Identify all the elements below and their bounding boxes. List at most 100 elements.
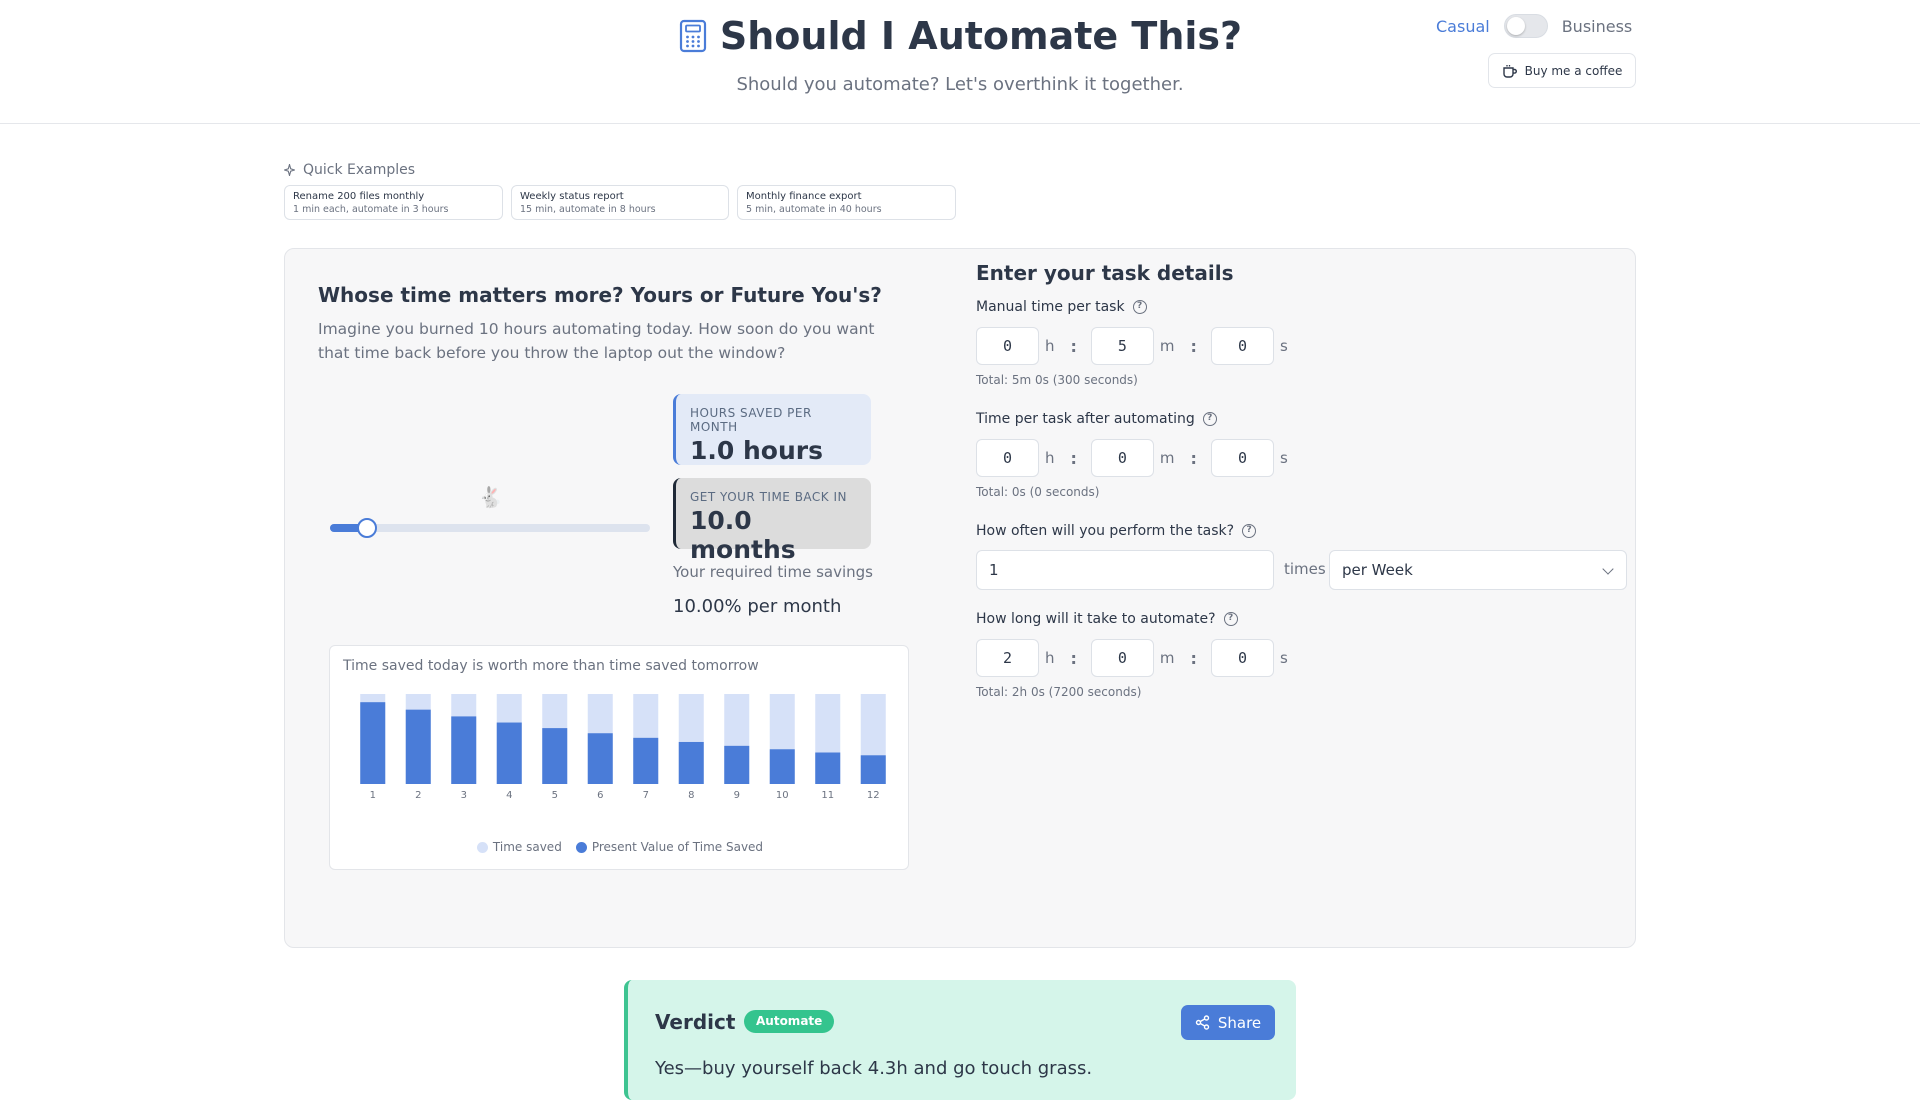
help-circle-icon[interactable]: ?: [1132, 300, 1147, 314]
quick-example-title: Weekly status report: [520, 191, 624, 202]
share-label: Share: [1217, 1013, 1262, 1032]
bar-present-value: [360, 702, 386, 784]
after-seconds-input[interactable]: 0: [1210, 439, 1274, 477]
share-button[interactable]: Share: [1181, 1005, 1275, 1040]
frequency-times-label: times: [1284, 560, 1326, 578]
manual-hours-input[interactable]: 0: [976, 327, 1039, 365]
verdict-title: Verdict: [655, 1010, 736, 1034]
legend-label: Present Value of Time Saved: [591, 840, 764, 854]
frequency-label-text: How often will you perform the task?: [976, 523, 1235, 539]
time-separator: :: [1070, 336, 1077, 356]
automate-time-inputs: 2 h : 0 m : 0 s: [976, 639, 1298, 677]
manual-minutes-input[interactable]: 5: [1090, 327, 1154, 365]
share-icon: [1195, 1015, 1210, 1030]
quick-example-card[interactable]: Monthly finance export 5 min, automate i…: [737, 185, 956, 220]
manual-time-label-text: Manual time per task: [976, 299, 1125, 315]
help-circle-icon[interactable]: ?: [1242, 524, 1257, 538]
chevron-down-icon: [1602, 563, 1614, 575]
sparkle-icon: [284, 164, 295, 176]
mode-switch[interactable]: [1503, 14, 1548, 38]
after-hours-input[interactable]: 0: [976, 439, 1039, 477]
time-separator: :: [1070, 448, 1077, 468]
automate-minutes-input[interactable]: 0: [1090, 639, 1154, 677]
help-circle-icon[interactable]: ?: [1202, 412, 1217, 426]
x-tick-label: 2: [415, 790, 421, 801]
frequency-label: How often will you perform the task? ?: [976, 523, 1257, 539]
automate-time-label: How long will it take to automate? ?: [976, 611, 1238, 627]
bar-present-value: [633, 737, 659, 784]
rabbit-icon: 🐇: [478, 485, 503, 509]
chart-svg: 1 2 3 4 5 6 7 8 9 10 11 12: [360, 694, 886, 801]
x-tick-label: 4: [506, 790, 512, 801]
bar-present-value: [769, 749, 795, 784]
unit-seconds: s: [1279, 337, 1288, 355]
legend-item-present-value: Present Value of Time Saved: [575, 840, 764, 854]
x-tick-label: 1: [370, 790, 376, 801]
legend-swatch: [476, 841, 488, 853]
frequency-count-input[interactable]: 1: [976, 550, 1274, 590]
x-tick-label: 9: [734, 790, 740, 801]
quick-example-card[interactable]: Weekly status report 15 min, automate in…: [511, 185, 729, 220]
bar-present-value: [860, 755, 886, 784]
unit-hours: h: [1045, 649, 1055, 667]
x-tick-label: 7: [643, 790, 649, 801]
bar-present-value: [451, 716, 477, 784]
after-time-label: Time per task after automating ?: [976, 411, 1217, 427]
chart-legend: Time saved Present Value of Time Saved: [330, 840, 910, 854]
manual-time-total: Total: 5m 0s (300 seconds): [976, 373, 1138, 387]
calculator-panel: Whose time matters more? Yours or Future…: [284, 248, 1636, 948]
help-circle-icon[interactable]: ?: [1223, 612, 1238, 626]
required-savings-label: Your required time savings: [673, 563, 873, 581]
payback-card: GET YOUR TIME BACK IN 10.0 months: [673, 478, 871, 564]
automate-time-total: Total: 2h 0s (7200 seconds): [976, 685, 1142, 699]
app-header: Should I Automate This? Should you autom…: [0, 0, 1920, 124]
automate-seconds-input[interactable]: 0: [1210, 639, 1274, 677]
manual-time-label: Manual time per task ?: [976, 299, 1147, 315]
bar-present-value: [542, 728, 568, 784]
unit-hours: h: [1045, 337, 1055, 355]
unit-hours: h: [1045, 449, 1055, 467]
hours-saved-card: HOURS SAVED PER MONTH 1.0 hours: [673, 394, 871, 465]
x-tick-label: 11: [821, 790, 834, 801]
x-tick-label: 5: [552, 790, 558, 801]
payback-label: GET YOUR TIME BACK IN: [690, 490, 848, 504]
patience-slider[interactable]: [330, 518, 650, 538]
unit-minutes: m: [1159, 337, 1175, 355]
quick-example-desc: 1 min each, automate in 3 hours: [293, 204, 449, 215]
mode-casual-label[interactable]: Casual: [1436, 17, 1490, 36]
unit-minutes: m: [1159, 649, 1175, 667]
quick-example-card[interactable]: Rename 200 files monthly 1 min each, aut…: [284, 185, 503, 220]
discount-section-title: Whose time matters more? Yours or Future…: [318, 283, 882, 307]
frequency-period-select[interactable]: per Week: [1329, 550, 1627, 590]
time-separator: :: [1190, 448, 1197, 468]
quick-example-title: Monthly finance export: [746, 191, 862, 202]
after-minutes-input[interactable]: 0: [1090, 439, 1154, 477]
bar-present-value: [815, 752, 841, 784]
quick-example-desc: 5 min, automate in 40 hours: [746, 204, 882, 215]
calculator-icon: [679, 19, 706, 53]
frequency-period-value: per Week: [1342, 561, 1413, 579]
hours-saved-label: HOURS SAVED PER MONTH: [690, 406, 812, 434]
x-tick-label: 8: [688, 790, 694, 801]
bar-present-value: [587, 733, 613, 784]
page-title: Should I Automate This?: [678, 14, 1242, 58]
mode-switch-knob: [1506, 17, 1525, 35]
quick-examples-label: Quick Examples: [284, 162, 415, 178]
quick-example-desc: 15 min, automate in 8 hours: [520, 204, 656, 215]
mode-toggle: Casual Business: [1436, 14, 1632, 38]
unit-seconds: s: [1279, 449, 1288, 467]
slider-thumb[interactable]: [356, 518, 377, 538]
buy-coffee-label: Buy me a coffee: [1524, 63, 1623, 78]
manual-seconds-input[interactable]: 0: [1210, 327, 1274, 365]
automate-hours-input[interactable]: 2: [976, 639, 1039, 677]
bar-present-value: [724, 745, 750, 784]
mode-business-label[interactable]: Business: [1562, 17, 1633, 36]
buy-coffee-button[interactable]: Buy me a coffee: [1488, 53, 1636, 88]
present-value-chart: 1 2 3 4 5 6 7 8 9 10 11 12 Time saved today is wort…: [329, 645, 909, 870]
task-details-title: Enter your task details: [976, 261, 1234, 285]
x-tick-label: 12: [867, 790, 880, 801]
coffee-cup-icon: [1502, 64, 1517, 78]
bar-present-value: [496, 722, 522, 784]
unit-minutes: m: [1159, 449, 1175, 467]
quick-examples-text: Quick Examples: [303, 162, 416, 178]
